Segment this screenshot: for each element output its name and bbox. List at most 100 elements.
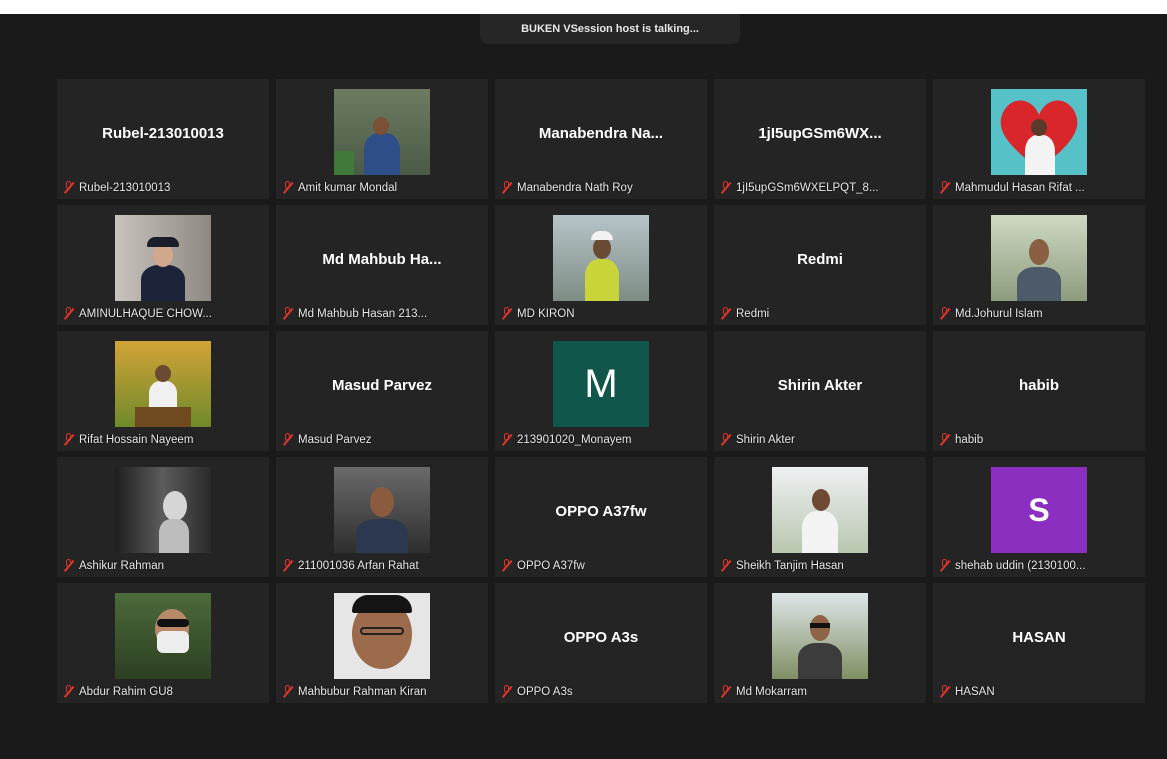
participant-display-name: Redmi bbox=[797, 251, 843, 268]
participant-tile[interactable]: Ashikur Rahman bbox=[57, 457, 269, 577]
participant-tile[interactable]: OPPO A37fw OPPO A37fw bbox=[495, 457, 707, 577]
participant-nameplate: 211001036 Arfan Rahat bbox=[282, 559, 419, 572]
mic-muted-icon bbox=[282, 307, 294, 320]
participant-tile[interactable]: S shehab uddin (2130100... bbox=[933, 457, 1145, 577]
participant-label: Abdur Rahim GU8 bbox=[79, 685, 173, 698]
mic-muted-icon bbox=[939, 559, 951, 572]
participant-avatar: M bbox=[553, 341, 649, 427]
participant-label: OPPO A37fw bbox=[517, 559, 585, 572]
mic-muted-icon bbox=[63, 685, 75, 698]
mic-muted-icon bbox=[282, 433, 294, 446]
mic-muted-icon bbox=[282, 559, 294, 572]
participant-video bbox=[991, 215, 1087, 301]
participant-tile[interactable]: Rubel-213010013 Rubel-213010013 bbox=[57, 79, 269, 199]
participant-nameplate: Abdur Rahim GU8 bbox=[63, 685, 173, 698]
mic-muted-icon bbox=[501, 559, 513, 572]
participant-nameplate: Amit kumar Mondal bbox=[282, 181, 397, 194]
participant-video bbox=[772, 467, 868, 553]
participant-nameplate: Shirin Akter bbox=[720, 433, 795, 446]
participant-tile[interactable]: Amit kumar Mondal bbox=[276, 79, 488, 199]
participant-tile[interactable]: AMINULHAQUE CHOW... bbox=[57, 205, 269, 325]
participant-tile[interactable]: Sheikh Tanjim Hasan bbox=[714, 457, 926, 577]
participant-tile[interactable]: Shirin Akter Shirin Akter bbox=[714, 331, 926, 451]
participant-nameplate: Mahmudul Hasan Rifat ... bbox=[939, 181, 1085, 194]
mic-muted-icon bbox=[720, 307, 732, 320]
participant-label: 211001036 Arfan Rahat bbox=[298, 559, 419, 572]
participant-video bbox=[115, 467, 211, 553]
participant-tile[interactable]: M 213901020_Monayem bbox=[495, 331, 707, 451]
mic-muted-icon bbox=[282, 685, 294, 698]
participant-nameplate: shehab uddin (2130100... bbox=[939, 559, 1085, 572]
mic-muted-icon bbox=[939, 433, 951, 446]
participant-tile[interactable]: 1jI5upGSm6WX... 1jI5upGSm6WXELPQT_8... bbox=[714, 79, 926, 199]
mic-muted-icon bbox=[720, 685, 732, 698]
participant-label: Redmi bbox=[736, 307, 770, 320]
participant-display-name: HASAN bbox=[1012, 629, 1066, 646]
participant-tile[interactable]: 211001036 Arfan Rahat bbox=[276, 457, 488, 577]
participant-label: Masud Parvez bbox=[298, 433, 372, 446]
participant-label: 1jI5upGSm6WXELPQT_8... bbox=[736, 181, 879, 194]
talking-indicator: BUKEN VSession host is talking... bbox=[480, 14, 740, 44]
participant-grid: Rubel-213010013 Rubel-213010013 Amit kum… bbox=[57, 79, 1145, 703]
participant-video bbox=[115, 215, 211, 301]
participant-label: Amit kumar Mondal bbox=[298, 181, 398, 194]
participant-nameplate: Ashikur Rahman bbox=[63, 559, 164, 572]
participant-label: Rifat Hossain Nayeem bbox=[79, 433, 194, 446]
participant-video bbox=[772, 593, 868, 679]
participant-nameplate: AMINULHAQUE CHOW... bbox=[63, 307, 212, 320]
participant-tile[interactable]: HASAN HASAN bbox=[933, 583, 1145, 703]
top-strip bbox=[0, 0, 1167, 14]
participant-nameplate: MD KIRON bbox=[501, 307, 575, 320]
participant-label: MD KIRON bbox=[517, 307, 575, 320]
participant-label: habib bbox=[955, 433, 984, 446]
participant-avatar: S bbox=[991, 467, 1087, 553]
participant-label: Md.Johurul Islam bbox=[955, 307, 1043, 320]
participant-tile[interactable]: Mahbubur Rahman Kiran bbox=[276, 583, 488, 703]
participant-tile[interactable]: OPPO A3s OPPO A3s bbox=[495, 583, 707, 703]
participant-nameplate: OPPO A37fw bbox=[501, 559, 585, 572]
participant-nameplate: Manabendra Nath Roy bbox=[501, 181, 633, 194]
avatar-initial: M bbox=[584, 361, 618, 406]
participant-tile[interactable]: habib habib bbox=[933, 331, 1145, 451]
participant-label: Mahmudul Hasan Rifat ... bbox=[955, 181, 1085, 194]
participant-label: Rubel-213010013 bbox=[79, 181, 171, 194]
participant-tile[interactable]: Rifat Hossain Nayeem bbox=[57, 331, 269, 451]
participant-label: Md Mokarram bbox=[736, 685, 807, 698]
participant-label: Md Mahbub Hasan 213... bbox=[298, 307, 428, 320]
mic-muted-icon bbox=[63, 433, 75, 446]
mic-muted-icon bbox=[282, 181, 294, 194]
participant-display-name: OPPO A37fw bbox=[555, 503, 647, 520]
talking-text: BUKEN VSession host is talking... bbox=[521, 23, 699, 35]
participant-label: Ashikur Rahman bbox=[79, 559, 165, 572]
mic-muted-icon bbox=[501, 685, 513, 698]
participant-tile[interactable]: Redmi Redmi bbox=[714, 205, 926, 325]
participant-tile[interactable]: Md.Johurul Islam bbox=[933, 205, 1145, 325]
participant-label: Sheikh Tanjim Hasan bbox=[736, 559, 844, 572]
participant-display-name: Md Mahbub Ha... bbox=[322, 251, 442, 268]
participant-tile[interactable]: Abdur Rahim GU8 bbox=[57, 583, 269, 703]
mic-muted-icon bbox=[939, 685, 951, 698]
participant-nameplate: OPPO A3s bbox=[501, 685, 573, 698]
participant-video bbox=[991, 89, 1087, 175]
participant-nameplate: Rifat Hossain Nayeem bbox=[63, 433, 193, 446]
participant-display-name: 1jI5upGSm6WX... bbox=[758, 125, 882, 142]
participant-tile[interactable]: Md Mokarram bbox=[714, 583, 926, 703]
participant-nameplate: Md Mahbub Hasan 213... bbox=[282, 307, 427, 320]
mic-muted-icon bbox=[501, 307, 513, 320]
participant-tile[interactable]: Manabendra Na... Manabendra Nath Roy bbox=[495, 79, 707, 199]
mic-muted-icon bbox=[720, 559, 732, 572]
mic-muted-icon bbox=[501, 181, 513, 194]
participant-tile[interactable]: Md Mahbub Ha... Md Mahbub Hasan 213... bbox=[276, 205, 488, 325]
mic-muted-icon bbox=[63, 307, 75, 320]
participant-label: OPPO A3s bbox=[517, 685, 573, 698]
participant-nameplate: Rubel-213010013 bbox=[63, 181, 170, 194]
participant-tile[interactable]: Mahmudul Hasan Rifat ... bbox=[933, 79, 1145, 199]
participant-display-name: Shirin Akter bbox=[777, 377, 863, 394]
mic-muted-icon bbox=[939, 307, 951, 320]
participant-tile[interactable]: MD KIRON bbox=[495, 205, 707, 325]
participant-nameplate: Redmi bbox=[720, 307, 769, 320]
participant-display-name: OPPO A3s bbox=[563, 629, 639, 646]
participant-tile[interactable]: Masud Parvez Masud Parvez bbox=[276, 331, 488, 451]
participant-display-name: habib bbox=[1019, 377, 1059, 394]
participant-nameplate: 1jI5upGSm6WXELPQT_8... bbox=[720, 181, 879, 194]
